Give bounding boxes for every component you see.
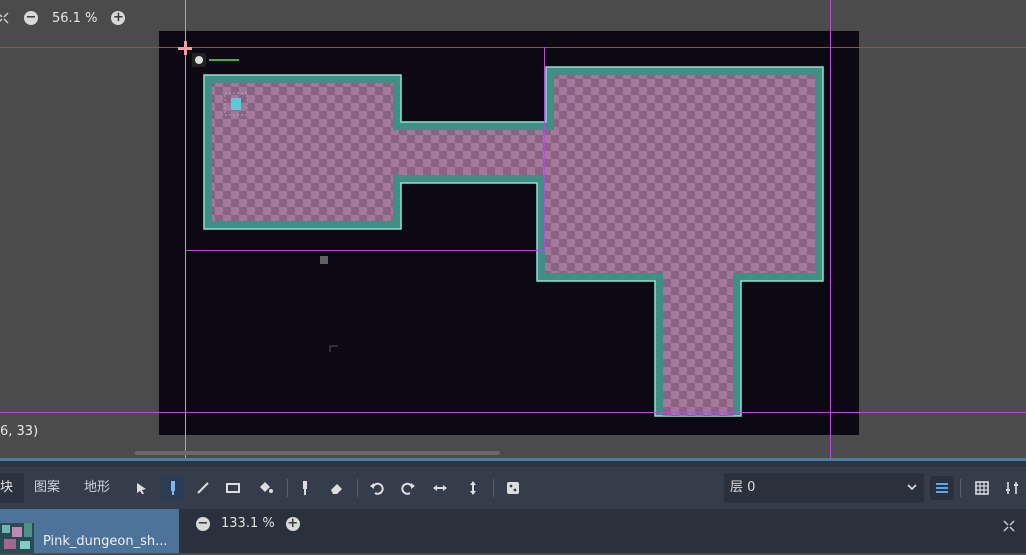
viewport-guide-bottom <box>0 412 1026 413</box>
layer-list-icon[interactable] <box>930 476 954 500</box>
layer-select[interactable]: 层 0 <box>724 473 924 503</box>
tab-tiles[interactable]: 块 <box>0 473 24 503</box>
tab-tiles-label: 块 <box>0 480 14 495</box>
paint-icon[interactable] <box>161 476 185 500</box>
tab-patterns[interactable]: 图案 <box>34 473 74 503</box>
atlas-zoom-out-icon[interactable]: − <box>196 516 210 531</box>
zoom-in-icon[interactable]: + <box>111 11 126 25</box>
grid-icon[interactable] <box>970 476 994 500</box>
layer-select-label: 层 0 <box>730 480 756 495</box>
tab-terrains[interactable]: 地形 <box>84 473 124 503</box>
tools-settings-icon[interactable] <box>1001 476 1025 500</box>
flip-horizontal-icon[interactable] <box>428 476 452 500</box>
center-view-icon[interactable] <box>0 11 10 25</box>
tileset-name: Pink_dungeon_sh... <box>43 534 168 549</box>
tileset-thumbnail <box>0 523 34 553</box>
tileset-item[interactable]: Pink_dungeon_sh... <box>0 509 179 553</box>
atlas-zoom-in-icon[interactable]: + <box>285 516 300 531</box>
eraser-icon[interactable] <box>325 476 349 500</box>
node-marker <box>320 256 328 264</box>
line-icon[interactable] <box>191 476 215 500</box>
editor-viewport[interactable]: − 56.1 % + 6, 33) <box>0 0 1026 458</box>
bucket-icon[interactable] <box>253 476 277 500</box>
camera-limit-rect <box>185 47 545 251</box>
picker-icon[interactable] <box>293 476 317 500</box>
viewport-guide-right <box>830 0 831 458</box>
zoom-out-icon[interactable]: − <box>24 11 38 25</box>
random-tile-icon[interactable] <box>501 476 525 500</box>
horizontal-scrollbar[interactable] <box>0 448 1026 458</box>
atlas-center-icon[interactable] <box>1002 518 1016 537</box>
tilemap-toolbar: 块 图案 地形 层 0 <box>0 467 1026 509</box>
zoom-level[interactable]: 56.1 % <box>52 11 97 26</box>
viewport-zoom-control: − 56.1 % + <box>0 6 126 30</box>
atlas-zoom-level[interactable]: 133.1 % <box>221 516 275 531</box>
corner-marker <box>329 345 338 352</box>
atlas-zoom-control: − 133.1 % + <box>196 516 300 531</box>
node-line <box>209 59 239 61</box>
select-icon[interactable] <box>129 476 153 500</box>
tab-terrains-label: 地形 <box>84 480 111 495</box>
tileset-panel: Pink_dungeon_sh... − 133.1 % + <box>0 509 1026 553</box>
camera-node-icon[interactable] <box>192 53 206 67</box>
scrollbar-thumb[interactable] <box>135 451 500 455</box>
origin-cross-icon[interactable] <box>178 41 192 55</box>
tab-patterns-label: 图案 <box>34 480 61 495</box>
rect-icon[interactable] <box>221 476 245 500</box>
rotate-left-icon[interactable] <box>365 476 389 500</box>
rotate-right-icon[interactable] <box>396 476 420 500</box>
flip-vertical-icon[interactable] <box>461 476 485 500</box>
cursor-coordinates: 6, 33) <box>0 424 39 439</box>
